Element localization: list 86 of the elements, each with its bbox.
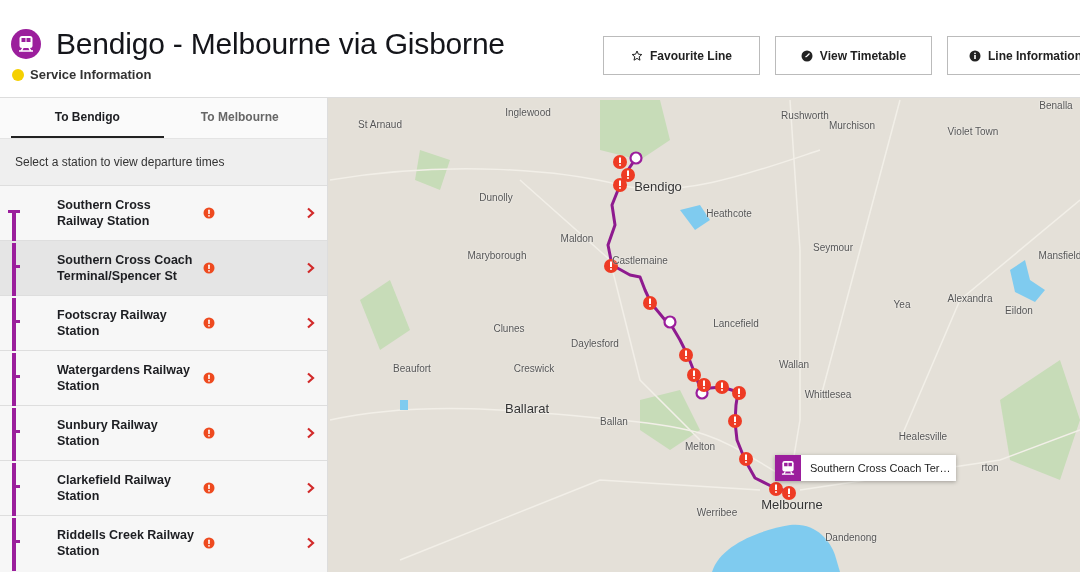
place-label: Ballarat — [504, 400, 550, 416]
station-popup[interactable]: Southern Cross Coach Ter… — [775, 455, 957, 481]
station-row[interactable]: Footscray Railway Station — [0, 295, 327, 350]
alert-marker-icon[interactable] — [687, 368, 701, 382]
alert-marker-icon[interactable] — [613, 178, 627, 192]
place-label: Melbourne — [761, 496, 823, 512]
toolbar-button[interactable]: View Timetable — [775, 36, 932, 75]
lake-drawing — [400, 400, 408, 410]
toolbar-button[interactable]: Favourite Line — [603, 36, 760, 75]
place-label: St Arnaud — [358, 118, 402, 130]
alert-marker-icon[interactable] — [643, 296, 657, 310]
place-label: Yea — [893, 298, 911, 310]
station-row[interactable]: Southern Cross Railway Station — [0, 185, 327, 240]
alert-marker-icon[interactable] — [621, 168, 635, 182]
place-label: Clunes — [493, 322, 525, 334]
place-label: Violet Town — [947, 125, 999, 137]
place-label: Rushworth — [781, 109, 829, 121]
place-label: Whittlesea — [804, 388, 852, 400]
service-information-link[interactable]: Service Information — [30, 67, 152, 82]
place-label: Ballan — [600, 415, 628, 427]
station-name: Riddells Creek Railway Station — [57, 527, 195, 559]
chevron-icon — [306, 427, 315, 439]
place-label: Maldon — [560, 232, 594, 244]
place-label: Seymour — [813, 241, 853, 253]
instruction-text: Select a station to view departure times — [0, 139, 327, 185]
park-drawing — [360, 280, 410, 350]
place-label: Benalla — [1039, 99, 1073, 111]
place-label: Lancefield — [713, 317, 759, 329]
station-name: Southern Cross Coach Terminal/Spencer St — [57, 252, 194, 284]
chevron-icon — [306, 262, 315, 274]
place-label: Melton — [685, 440, 715, 452]
park-drawing — [600, 100, 670, 160]
park-drawing — [415, 150, 450, 190]
place-label: rton — [981, 461, 999, 473]
star-icon — [631, 49, 643, 62]
line-title: Bendigo - Melbourne via Gisborne — [56, 27, 505, 61]
station-row[interactable]: Sunbury Railway Station — [0, 405, 327, 460]
place-label: Alexandra — [947, 292, 993, 304]
place-label: Mansfield — [1038, 249, 1080, 261]
place-label: Bendigo — [634, 178, 682, 194]
chevron-icon — [306, 537, 315, 549]
station-row[interactable]: Watergardens Railway Station — [0, 350, 327, 405]
chevron-icon — [306, 317, 315, 329]
train-icon — [11, 29, 41, 59]
place-label: Eildon — [1005, 304, 1033, 316]
place-label: Castlemaine — [612, 254, 668, 266]
place-label: Creswick — [513, 362, 555, 374]
place-label: Heathcote — [706, 207, 752, 219]
station-marker-icon[interactable] — [629, 151, 643, 165]
alert-marker-icon[interactable] — [739, 452, 753, 466]
place-label: Dunolly — [479, 191, 513, 203]
alert-marker-icon[interactable] — [679, 348, 693, 362]
place-label: Healesville — [898, 430, 948, 442]
direction-tab[interactable]: To Melbourne — [163, 98, 316, 138]
station-name: Sunbury Railway Station — [57, 417, 159, 449]
place-label: Daylesford — [571, 337, 619, 349]
station-row[interactable]: Clarkefield Railway Station — [0, 460, 327, 515]
station-marker-icon[interactable] — [663, 315, 677, 329]
place-label: Maryborough — [467, 249, 527, 261]
place-label: Inglewood — [505, 106, 551, 118]
clock-icon — [800, 49, 813, 62]
popup-label: Southern Cross Coach Ter… — [810, 462, 951, 474]
info-icon — [969, 49, 981, 62]
station-row[interactable]: Southern Cross Coach Terminal/Spencer St — [0, 240, 327, 295]
alert-marker-icon[interactable] — [697, 378, 711, 392]
place-label: Murchison — [828, 119, 876, 131]
alert-marker-icon[interactable] — [769, 482, 783, 496]
alert-marker-icon[interactable] — [782, 486, 796, 500]
alert-marker-icon[interactable] — [728, 414, 742, 428]
station-name: Clarkefield Railway Station — [57, 472, 172, 504]
place-label: Wallan — [778, 358, 810, 370]
station-name: Watergardens Railway Station — [57, 362, 191, 394]
chevron-icon — [306, 482, 315, 494]
place-label: Beaufort — [393, 362, 431, 374]
station-name: Southern Cross Railway Station — [57, 197, 152, 229]
lake-drawing — [1010, 260, 1045, 302]
chevron-icon — [306, 372, 315, 384]
station-row[interactable]: Riddells Creek Railway Station — [0, 515, 327, 570]
alert-marker-icon[interactable] — [613, 155, 627, 169]
station-name: Footscray Railway Station — [57, 307, 168, 339]
alert-marker-icon[interactable] — [715, 380, 729, 394]
popup-train-icon — [775, 455, 801, 481]
place-label: Dandenong — [825, 531, 877, 543]
chevron-icon — [306, 207, 315, 219]
place-label: Werribee — [696, 506, 738, 518]
alert-marker-icon[interactable] — [732, 386, 746, 400]
